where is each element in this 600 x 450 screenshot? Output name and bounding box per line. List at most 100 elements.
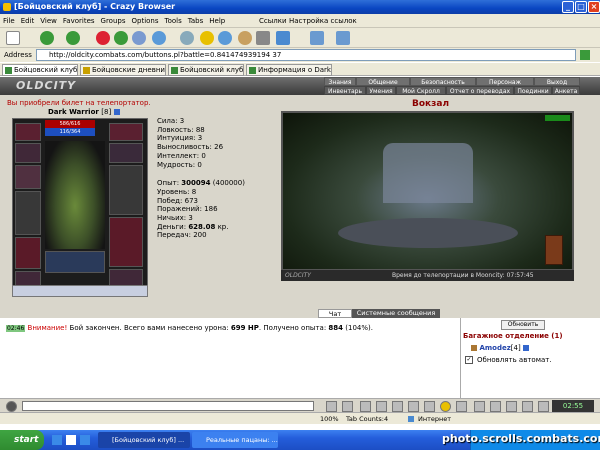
- filter-icon[interactable]: [360, 401, 371, 412]
- menu-groups[interactable]: Groups: [98, 14, 129, 28]
- media-icon[interactable]: [80, 435, 90, 445]
- minimize-button[interactable]: _: [562, 1, 574, 13]
- location-footer: OLDCITY Время до телепортации в Mooncity…: [281, 270, 574, 281]
- links-settings[interactable]: Настройка ссылок: [286, 14, 360, 28]
- maximize-button[interactable]: □: [575, 1, 587, 13]
- message-exp: 884: [328, 324, 344, 332]
- save-icon[interactable]: [376, 401, 387, 412]
- tab-chat[interactable]: Чат: [318, 309, 352, 318]
- menu-file[interactable]: File: [0, 14, 18, 28]
- tabs-icon[interactable]: [336, 31, 350, 45]
- stop-icon[interactable]: [96, 31, 110, 45]
- nav-exit[interactable]: Выход: [534, 77, 580, 86]
- smile-icon[interactable]: [440, 401, 451, 412]
- helmet-slot[interactable]: [15, 123, 41, 141]
- stat-experience: Опыт: 300094 (400000): [157, 179, 245, 188]
- legs-slot[interactable]: [109, 217, 143, 267]
- nav-my-scroll[interactable]: Мой Скролл: [396, 86, 446, 95]
- tab-fight-club-1[interactable]: Бойцовский клуб: [2, 64, 78, 76]
- chat-input[interactable]: [22, 401, 314, 411]
- gloves-slot[interactable]: [109, 123, 143, 141]
- earring-slot[interactable]: [15, 143, 41, 163]
- send-icon[interactable]: [326, 401, 337, 412]
- translit-icon[interactable]: [456, 401, 467, 412]
- hp-bar: 586/616: [45, 120, 95, 128]
- mail-chat-icon[interactable]: [522, 401, 533, 412]
- nav-knowledge[interactable]: Знания: [324, 77, 356, 86]
- sword-icon[interactable]: [408, 401, 419, 412]
- exit-door[interactable]: [545, 235, 563, 265]
- refresh-button[interactable]: Обновить: [501, 320, 545, 330]
- menu-tools[interactable]: Tools: [162, 14, 185, 28]
- book-icon[interactable]: [506, 401, 517, 412]
- search-icon[interactable]: [180, 31, 194, 45]
- stat-strength: Сила: 3: [157, 117, 185, 125]
- shield-slot[interactable]: [109, 165, 143, 215]
- ie-icon[interactable]: [52, 435, 62, 445]
- necklace-slot[interactable]: [15, 165, 41, 189]
- mail-icon[interactable]: [238, 31, 252, 45]
- nav-communication[interactable]: Общение: [356, 77, 410, 86]
- history-icon[interactable]: [218, 31, 232, 45]
- bracer-slot[interactable]: [109, 143, 143, 163]
- character-name[interactable]: Dark Warrior [8]: [48, 108, 120, 116]
- clear-icon[interactable]: [342, 401, 353, 412]
- chat-mode-icon[interactable]: [6, 401, 17, 412]
- rings-slot[interactable]: [45, 251, 105, 273]
- edit-icon[interactable]: [276, 31, 290, 45]
- task-real-guys[interactable]: Реальные пацаны: ...: [192, 432, 278, 448]
- nav-skills[interactable]: Умения: [366, 86, 396, 95]
- forward-icon[interactable]: [66, 31, 80, 45]
- tab-info-dark[interactable]: Информация о Dark...: [246, 64, 332, 76]
- tab-system-messages[interactable]: Системные сообщения: [352, 309, 440, 318]
- toolbar: [0, 28, 600, 48]
- zoom-icon[interactable]: [152, 31, 166, 45]
- lock-icon[interactable]: [538, 401, 549, 412]
- tab-fight-diaries[interactable]: Бойцовские дневни...: [80, 64, 166, 76]
- tab-fight-club-2[interactable]: Бойцовский клуб: [168, 64, 244, 76]
- nav-security[interactable]: Безопасность: [410, 77, 476, 86]
- menu-edit[interactable]: Edit: [18, 14, 38, 28]
- nav-profile[interactable]: Анкета: [552, 86, 580, 95]
- menu-favorites[interactable]: Favorites: [60, 14, 98, 28]
- back-icon[interactable]: [40, 31, 54, 45]
- start-button[interactable]: start: [0, 430, 44, 450]
- user-amodez[interactable]: Amodez[4]: [471, 344, 530, 352]
- info-icon[interactable]: [523, 345, 530, 351]
- new-page-icon[interactable]: [6, 31, 20, 45]
- window-icon[interactable]: [310, 31, 324, 45]
- go-icon[interactable]: [580, 50, 590, 60]
- people-icon[interactable]: [392, 401, 403, 412]
- print-icon[interactable]: [256, 31, 270, 45]
- armor-slot[interactable]: [15, 237, 41, 269]
- auto-refresh-checkbox[interactable]: ✓: [465, 356, 473, 364]
- task-fight-club[interactable]: [Бойцовский клуб] ...: [98, 432, 190, 448]
- character-name-text: Dark Warrior: [48, 108, 99, 116]
- menu-tabs[interactable]: Tabs: [185, 14, 207, 28]
- character-level: [8]: [101, 108, 112, 116]
- weapon-slot[interactable]: [15, 191, 41, 235]
- location-scene[interactable]: [281, 111, 574, 271]
- nav-character[interactable]: Персонаж: [476, 77, 534, 86]
- quick-items[interactable]: [12, 285, 148, 297]
- links-menu[interactable]: Ссылки: [256, 14, 290, 28]
- sound-icon[interactable]: [474, 401, 485, 412]
- location-logo: OLDCITY: [285, 272, 311, 279]
- nav-inventory[interactable]: Инвентарь: [324, 86, 366, 95]
- info-icon[interactable]: [113, 109, 120, 115]
- nav-transfer-report[interactable]: Отчет о переводах: [446, 86, 514, 95]
- menu-options[interactable]: Options: [129, 14, 162, 28]
- menu-help[interactable]: Help: [206, 14, 228, 28]
- desktop-icon[interactable]: [66, 435, 76, 445]
- settings-icon[interactable]: [424, 401, 435, 412]
- home-icon[interactable]: [132, 31, 146, 45]
- nav-battles[interactable]: Поединки: [514, 86, 552, 95]
- tab-label: Бойцовский клуб: [180, 66, 244, 74]
- menu-view[interactable]: View: [37, 14, 60, 28]
- zoom-level[interactable]: 100%: [320, 413, 339, 425]
- close-button[interactable]: ×: [588, 1, 600, 13]
- location-icon[interactable]: [490, 401, 501, 412]
- address-input[interactable]: http://oldcity.combats.com/buttons.pl?ba…: [36, 49, 576, 61]
- favorites-icon[interactable]: [200, 31, 214, 45]
- refresh-icon[interactable]: [114, 31, 128, 45]
